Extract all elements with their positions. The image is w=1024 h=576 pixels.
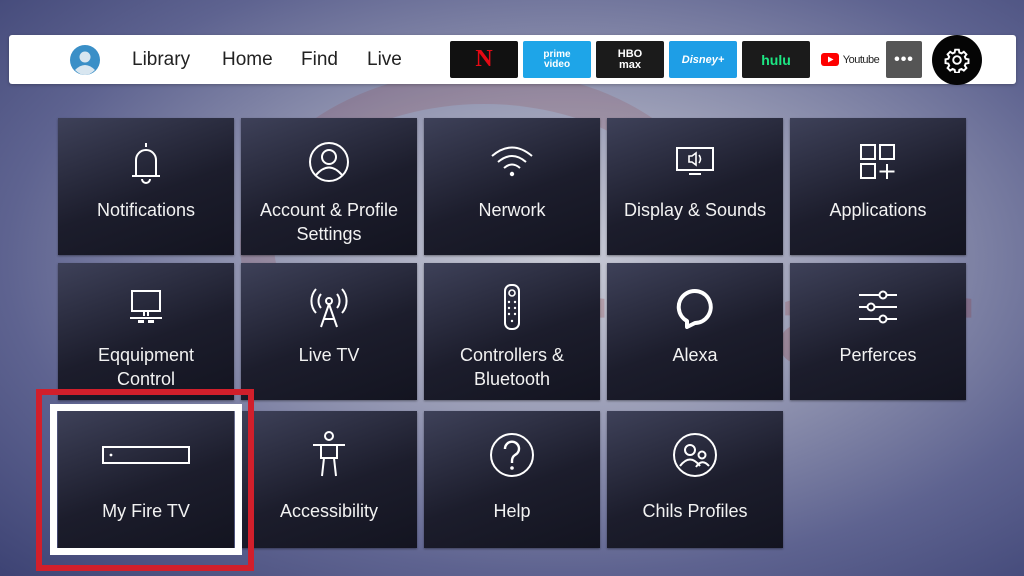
tile-label: Alexa <box>672 345 718 365</box>
youtube-play-icon <box>820 53 839 66</box>
antenna-icon <box>310 288 348 328</box>
accessibility-person-icon <box>313 431 345 477</box>
tile-network[interactable]: Nerwork <box>424 118 600 255</box>
tile-live-tv[interactable]: Live TV <box>241 263 417 400</box>
hulu-app-tile[interactable]: hulu <box>742 41 810 78</box>
settings-gear-button[interactable] <box>932 35 982 85</box>
tile-equipment-control[interactable]: Eqquipment Control <box>58 263 234 400</box>
child-profiles-icon <box>673 433 717 477</box>
bell-icon <box>132 143 160 184</box>
tile-preferences[interactable]: Perferces <box>790 263 966 400</box>
top-nav-bar: Library Home Find Live N prime video HBO… <box>9 35 1016 85</box>
sliders-icon <box>859 290 897 324</box>
more-apps-button[interactable]: ••• <box>886 41 922 78</box>
alexa-ring-icon <box>676 289 713 329</box>
profile-avatar-icon[interactable] <box>70 45 100 75</box>
disney-plus-app-tile[interactable]: Disney+ <box>669 41 737 78</box>
apps-grid-icon <box>860 144 895 179</box>
prime-logo-line1: prime <box>543 48 571 60</box>
user-circle-icon <box>309 142 349 182</box>
tile-label: Controllers & Bluetooth <box>459 345 565 389</box>
nav-home[interactable]: Home <box>222 35 273 84</box>
tile-child-profiles[interactable]: Chils Profiles <box>607 411 783 548</box>
hbo-logo-line2: max <box>618 58 642 71</box>
tile-accessibility[interactable]: Accessibility <box>241 411 417 548</box>
help-icon <box>490 433 534 477</box>
tile-applications[interactable]: Applications <box>790 118 966 255</box>
tile-alexa[interactable]: Alexa <box>607 263 783 400</box>
tv-sound-icon <box>676 147 714 175</box>
gear-icon <box>944 48 970 73</box>
fire-tv-device-icon <box>102 446 190 464</box>
tile-help[interactable]: Help <box>424 411 600 548</box>
youtube-logo-text: Youtube <box>842 53 880 66</box>
tile-label: Eqquipment Control <box>97 345 195 389</box>
prime-logo-line2: video <box>543 58 571 70</box>
tile-label: Notifications <box>96 200 196 220</box>
netflix-logo-text: N <box>475 46 493 72</box>
hbo-max-app-tile[interactable]: HBO max <box>596 41 664 78</box>
prime-video-app-tile[interactable]: prime video <box>523 41 591 78</box>
tile-label: Help <box>493 501 531 521</box>
disney-logo-text: Disney+ <box>681 53 725 66</box>
wifi-icon <box>491 146 533 177</box>
tile-label: Applications <box>829 200 927 220</box>
hbo-logo-line1: HBO <box>617 47 643 60</box>
monitor-icon <box>130 290 162 323</box>
tile-label: Accessibility <box>279 501 379 521</box>
tile-label: My Fire TV <box>102 501 190 521</box>
tile-label: Perferces <box>839 345 917 365</box>
remote-icon <box>504 284 520 330</box>
nav-live[interactable]: Live <box>367 35 402 84</box>
tile-account-profile-settings[interactable]: Account & Profile Settings <box>241 118 417 255</box>
hulu-logo-text: hulu <box>761 51 791 68</box>
nav-find[interactable]: Find <box>301 35 338 84</box>
tile-label: Account & Profile Settings <box>259 200 399 244</box>
nav-library[interactable]: Library <box>132 35 190 84</box>
tile-my-fire-tv[interactable]: My Fire TV <box>58 411 234 548</box>
netflix-app-tile[interactable]: N <box>450 41 518 78</box>
tile-label: Live TV <box>298 345 360 365</box>
youtube-app-tile[interactable]: Youtube <box>815 41 885 78</box>
more-icon: ••• <box>894 50 914 68</box>
tile-display-sounds[interactable]: Display & Sounds <box>607 118 783 255</box>
tile-label: Display & Sounds <box>623 200 767 220</box>
tile-notifications[interactable]: Notifications <box>58 118 234 255</box>
tile-controllers-bluetooth[interactable]: Controllers & Bluetooth <box>424 263 600 400</box>
tile-label: Chils Profiles <box>642 501 748 521</box>
tile-label: Nerwork <box>478 200 546 220</box>
